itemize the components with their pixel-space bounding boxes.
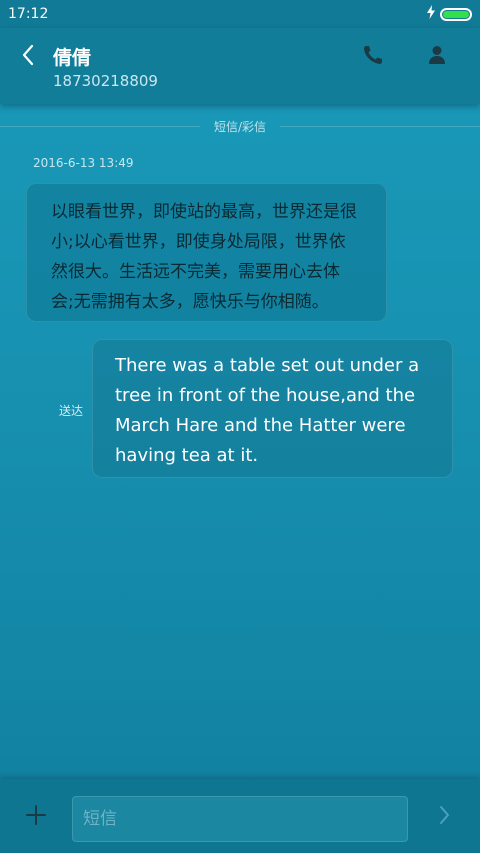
incoming-message-bubble[interactable]: 以眼看世界，即使站的最高，世界还是很小;以心看世界，即使身处局限，世界依然很大。… <box>26 183 387 322</box>
chevron-right-icon <box>432 806 456 831</box>
chevron-left-icon <box>21 44 35 70</box>
phone-icon <box>360 46 386 72</box>
call-button[interactable] <box>360 42 386 68</box>
status-bar: 17:12 <box>0 0 480 28</box>
contact-number: 18730218809 <box>53 72 158 90</box>
status-time: 17:12 <box>8 6 49 22</box>
back-button[interactable] <box>14 42 42 72</box>
send-button[interactable] <box>432 803 456 827</box>
outgoing-message-text: There was a table set out under a tree i… <box>115 355 420 466</box>
outgoing-message-bubble[interactable]: There was a table set out under a tree i… <box>92 339 453 478</box>
message-composer <box>0 779 480 853</box>
person-icon <box>424 46 450 72</box>
battery-icon <box>440 7 472 21</box>
incoming-message-text: 以眼看世界，即使站的最高，世界还是很小;以心看世界，即使身处局限，世界依然很大。… <box>51 202 357 312</box>
contact-profile-button[interactable] <box>424 42 450 68</box>
battery-fill <box>443 10 469 18</box>
status-indicators <box>426 5 472 23</box>
conversation-header: 倩倩 18730218809 <box>0 28 480 104</box>
message-type-label: 短信/彩信 <box>213 120 267 134</box>
contact-name: 倩倩 <box>53 47 92 69</box>
lightning-icon <box>426 5 436 23</box>
message-input[interactable] <box>72 796 408 842</box>
plus-icon <box>24 805 48 831</box>
delivery-status: 送达 <box>59 404 84 418</box>
message-timestamp: 2016-6-13 13:49 <box>33 156 134 170</box>
add-attachment-button[interactable] <box>24 803 48 827</box>
